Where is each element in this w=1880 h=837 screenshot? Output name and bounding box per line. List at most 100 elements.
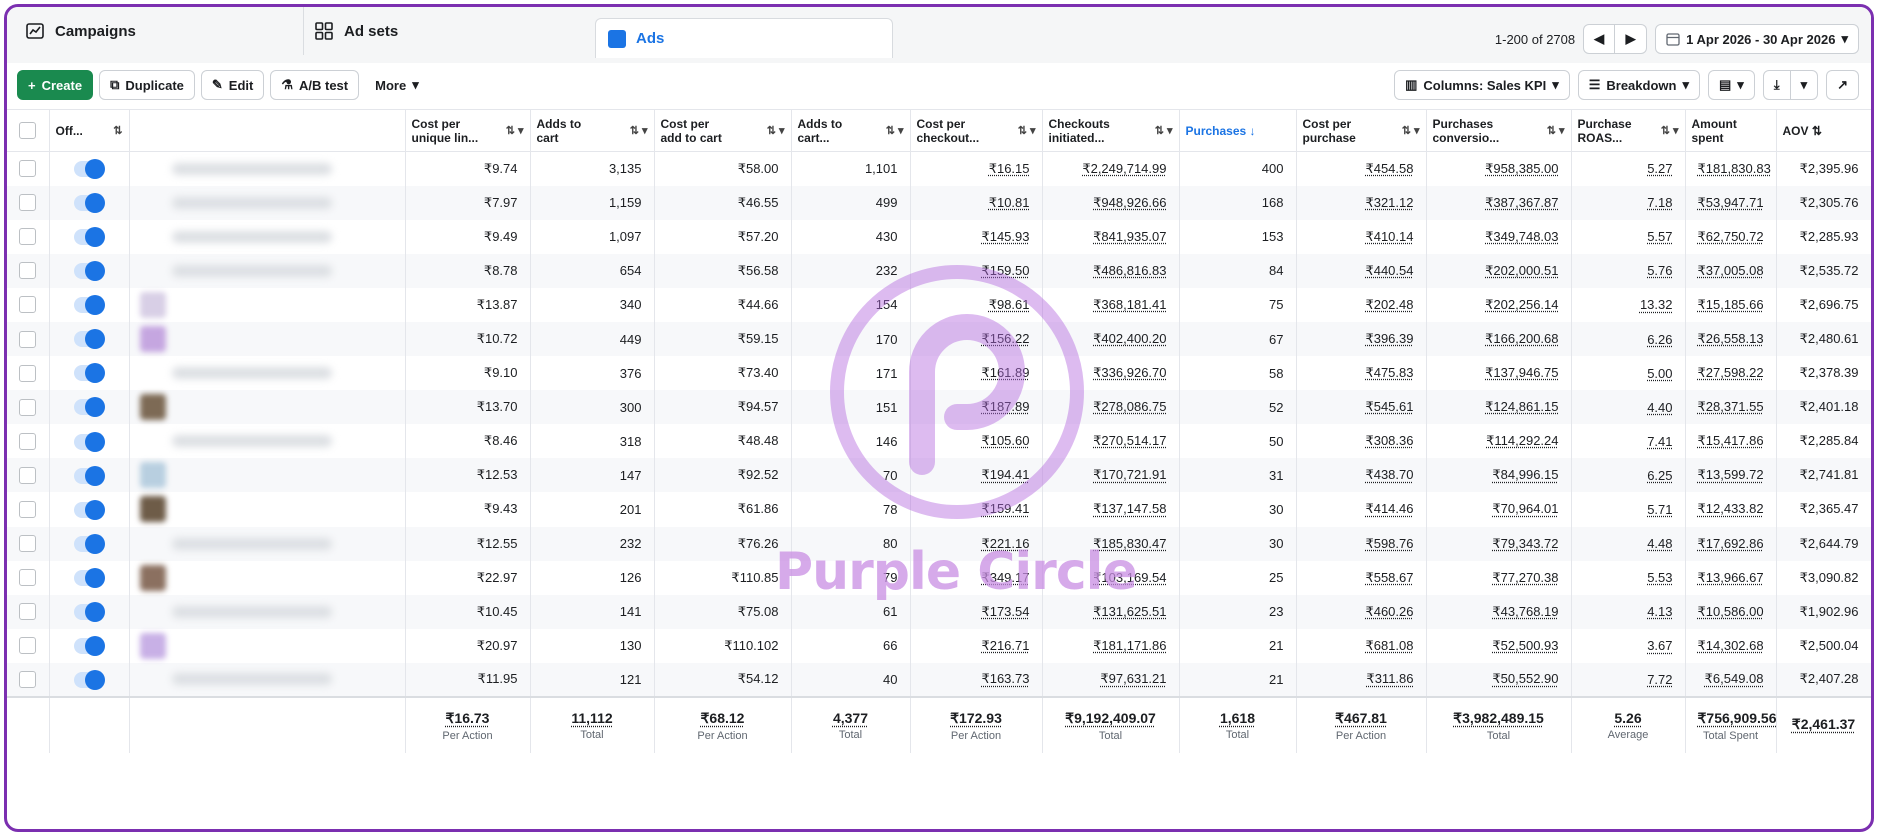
- row-checkbox[interactable]: [7, 287, 50, 322]
- col-adds-to-cart[interactable]: Adds to cart ⇅ ▾: [530, 110, 655, 152]
- row-checkbox[interactable]: [7, 526, 50, 561]
- col-purchase-roas[interactable]: Purchase ROAS... ⇅ ▾: [1571, 110, 1686, 152]
- row-checkbox[interactable]: [7, 321, 50, 357]
- breakdown-button[interactable]: ☰ Breakdown ▾: [1577, 70, 1700, 100]
- sort-icon: ⇅ ▾: [1401, 125, 1420, 137]
- ad-status-toggle[interactable]: [49, 219, 130, 254]
- export-menu-button[interactable]: ▾: [1790, 70, 1819, 100]
- metric-cell: ₹2,741.81: [1776, 458, 1871, 493]
- metric-cell: ₹3,090.82: [1776, 560, 1871, 595]
- ad-name-cell[interactable]: [129, 356, 406, 391]
- col-cost-per-checkout[interactable]: Cost per checkout... ⇅ ▾: [910, 110, 1043, 152]
- columns-button[interactable]: ▥ Columns: Sales KPI ▾: [1394, 70, 1570, 100]
- row-checkbox[interactable]: [7, 662, 50, 697]
- duplicate-button[interactable]: ⧉ Duplicate: [99, 70, 195, 100]
- total-cell: 5.26 Average: [1571, 696, 1686, 753]
- export-button[interactable]: ⤓: [1762, 70, 1791, 100]
- ad-name-cell[interactable]: [129, 560, 406, 595]
- row-checkbox[interactable]: [7, 628, 50, 663]
- tab-ads[interactable]: Ads: [595, 18, 893, 58]
- ad-name-cell[interactable]: [129, 628, 406, 663]
- row-checkbox[interactable]: [7, 253, 50, 288]
- tab-adsets[interactable]: Ad sets: [303, 7, 604, 55]
- row-checkbox[interactable]: [7, 390, 50, 425]
- col-off[interactable]: Off... ⇅: [49, 110, 130, 152]
- metric-cell: 141: [530, 594, 655, 629]
- ad-name-cell[interactable]: [129, 185, 406, 220]
- ad-name-cell[interactable]: [129, 424, 406, 459]
- metric-cell: ₹13,966.67: [1685, 560, 1777, 595]
- ad-status-toggle[interactable]: [49, 287, 130, 322]
- reports-button[interactable]: ▤ ▾: [1707, 70, 1755, 100]
- ad-status-toggle[interactable]: [49, 424, 130, 459]
- row-checkbox[interactable]: [7, 560, 50, 595]
- col-purchases-conversion[interactable]: Purchases conversio... ⇅ ▾: [1426, 110, 1572, 152]
- totals-spacer: [49, 696, 130, 753]
- ad-status-toggle[interactable]: [49, 560, 130, 595]
- metric-cell: ₹9.10: [405, 356, 531, 391]
- ad-status-toggle[interactable]: [49, 151, 130, 186]
- ad-name-cell[interactable]: [129, 492, 406, 527]
- ad-status-toggle[interactable]: [49, 628, 130, 663]
- metric-cell: ₹2,285.84: [1776, 424, 1871, 459]
- ad-status-toggle[interactable]: [49, 390, 130, 425]
- col-amount-spent[interactable]: Amount spent: [1685, 110, 1777, 152]
- col-purchases[interactable]: Purchases ↓: [1179, 110, 1297, 152]
- ad-status-toggle[interactable]: [49, 185, 130, 220]
- ad-status-toggle[interactable]: [49, 492, 130, 527]
- edit-button[interactable]: ✎ Edit: [200, 70, 265, 100]
- row-checkbox[interactable]: [7, 424, 50, 459]
- ad-status-toggle[interactable]: [49, 662, 130, 697]
- date-range-picker[interactable]: 1 Apr 2026 - 30 Apr 2026 ▾: [1655, 24, 1859, 54]
- ad-name-cell[interactable]: [129, 662, 406, 697]
- col-ad-name[interactable]: [129, 110, 406, 152]
- ad-name-cell[interactable]: [129, 594, 406, 629]
- h-label: AOV: [1782, 123, 1809, 138]
- row-checkbox[interactable]: [7, 151, 50, 186]
- ad-name-blurred: [171, 162, 332, 175]
- row-checkbox[interactable]: [7, 356, 50, 391]
- ad-status-toggle[interactable]: [49, 458, 130, 493]
- row-checkbox[interactable]: [7, 594, 50, 629]
- prev-page-button[interactable]: ◀: [1583, 24, 1616, 54]
- col-cost-per-unique-link[interactable]: Cost per unique lin... ⇅ ▾: [405, 110, 531, 152]
- more-button[interactable]: More ▾: [365, 70, 429, 100]
- row-checkbox[interactable]: [7, 219, 50, 254]
- ad-status-toggle[interactable]: [49, 253, 130, 288]
- ad-status-toggle[interactable]: [49, 594, 130, 629]
- ab-test-button[interactable]: ⚗ A/B test: [270, 70, 360, 100]
- metric-cell: ₹76.26: [654, 526, 792, 561]
- charts-button[interactable]: ↗: [1826, 70, 1859, 100]
- row-checkbox[interactable]: [7, 492, 50, 527]
- caret-down-icon: ▾: [1800, 77, 1808, 92]
- ad-status-toggle[interactable]: [49, 356, 130, 391]
- ad-status-toggle[interactable]: [49, 526, 130, 561]
- row-checkbox[interactable]: [7, 458, 50, 493]
- ad-name-cell[interactable]: [129, 526, 406, 561]
- col-cost-per-add-to-cart[interactable]: Cost per add to cart ⇅ ▾: [654, 110, 792, 152]
- metric-cell: ₹2,407.28: [1776, 662, 1871, 697]
- col-adds-to-cart-value[interactable]: Adds to cart... ⇅ ▾: [791, 110, 911, 152]
- ad-status-toggle[interactable]: [49, 321, 130, 357]
- ad-name-cell[interactable]: [129, 151, 406, 186]
- col-aov[interactable]: AOV ⇅: [1776, 110, 1871, 152]
- row-checkbox[interactable]: [7, 185, 50, 220]
- col-cost-per-purchase[interactable]: Cost per purchase ⇅ ▾: [1296, 110, 1427, 152]
- tab-campaigns[interactable]: Campaigns: [19, 7, 305, 55]
- ad-name-cell[interactable]: [129, 458, 406, 493]
- ad-name-cell[interactable]: [129, 253, 406, 288]
- ad-name-cell[interactable]: [129, 321, 406, 357]
- metric-cell: ₹14,302.68: [1685, 628, 1777, 663]
- sort-icon: ⇅ ▾: [1660, 125, 1679, 137]
- ad-name-cell[interactable]: [129, 390, 406, 425]
- ad-name-cell[interactable]: [129, 287, 406, 322]
- select-all-checkbox[interactable]: [7, 110, 50, 152]
- ad-name-cell[interactable]: [129, 219, 406, 254]
- next-page-button[interactable]: ▶: [1615, 24, 1648, 54]
- total-value: ₹9,192,409.07: [1065, 709, 1156, 726]
- date-range-label: 1 Apr 2026 - 30 Apr 2026: [1686, 31, 1836, 47]
- col-checkouts-initiated[interactable]: Checkouts initiated... ⇅ ▾: [1042, 110, 1180, 152]
- metric-cell: 3,135: [530, 151, 655, 186]
- create-button[interactable]: + Create: [17, 70, 94, 100]
- total-value: 11,112: [571, 710, 613, 726]
